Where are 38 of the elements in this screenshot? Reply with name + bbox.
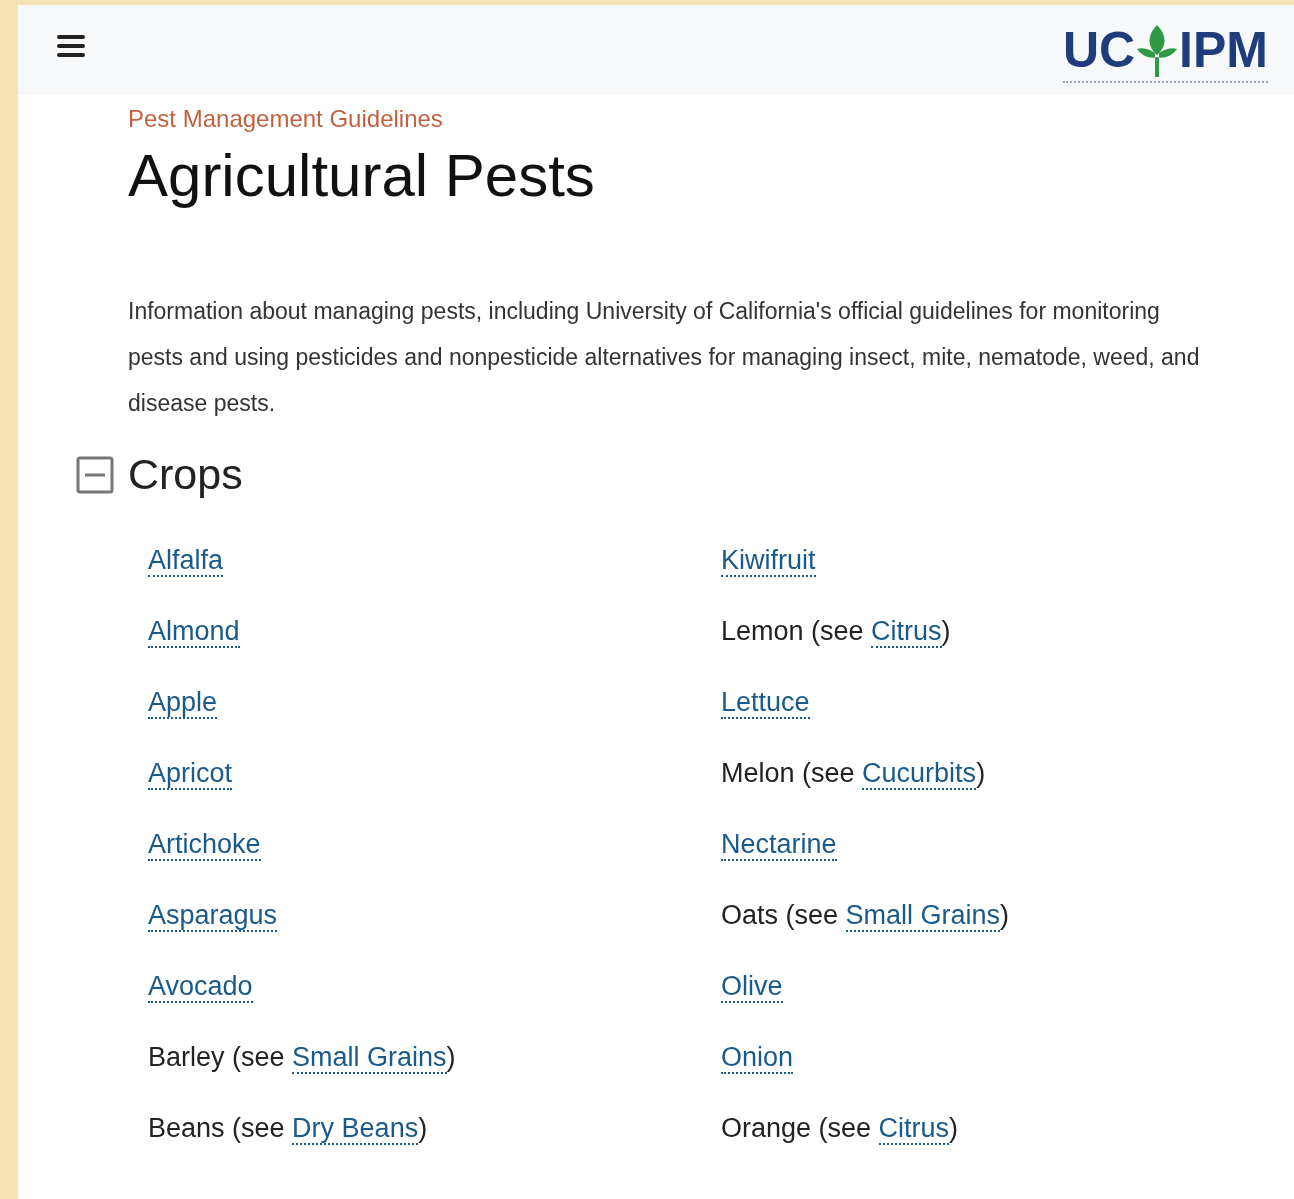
crop-link[interactable]: Nectarine bbox=[721, 829, 837, 861]
crop-name: Barley (see bbox=[148, 1042, 286, 1072]
crop-link[interactable]: Small Grains bbox=[845, 900, 1001, 932]
parenthesis: ) bbox=[941, 616, 951, 646]
logo-link[interactable]: UC IPM bbox=[1062, 23, 1268, 83]
crop-link[interactable]: Dry Beans bbox=[292, 1113, 419, 1145]
parenthesis: ) bbox=[1000, 900, 1010, 930]
plant-icon bbox=[1137, 23, 1178, 77]
parenthesis: ) bbox=[446, 1042, 456, 1072]
crop-link[interactable]: Citrus bbox=[878, 1113, 950, 1145]
crop-link[interactable]: Lettuce bbox=[721, 687, 810, 719]
crop-link[interactable]: Onion bbox=[721, 1042, 794, 1074]
crop-name: Oats (see bbox=[721, 900, 840, 930]
crop-link[interactable]: Alfalfa bbox=[148, 545, 224, 577]
crop-link[interactable]: Almond bbox=[148, 616, 240, 648]
crop-link[interactable]: Kiwifruit bbox=[721, 545, 816, 577]
crop-link[interactable]: Cucurbits bbox=[862, 758, 977, 790]
breadcrumb-link[interactable]: Pest Management Guidelines bbox=[128, 105, 1294, 133]
crop-name: Melon (see bbox=[721, 758, 856, 788]
crop-name: Beans (see bbox=[148, 1113, 286, 1143]
crop-link[interactable]: Olive bbox=[721, 971, 783, 1003]
menu-icon[interactable] bbox=[57, 34, 85, 58]
crop-link[interactable]: Citrus bbox=[871, 616, 942, 648]
crop-link[interactable]: Asparagus bbox=[148, 900, 278, 932]
crop-link[interactable]: Small Grains bbox=[292, 1042, 447, 1074]
intro-paragraph: Information about managing pests, including University of California's official guidelines for monitoring pests and using pesticides and nonpesticide alternatives for managing insect, mite, nematode, weed, and disease pests. bbox=[128, 297, 1201, 418]
crop-link[interactable]: Artichoke bbox=[148, 829, 261, 861]
crop-link[interactable]: Avocado bbox=[148, 971, 253, 1003]
parenthesis: ) bbox=[418, 1113, 428, 1143]
crop-link[interactable]: Apricot bbox=[148, 758, 233, 790]
crop-name: Orange (see bbox=[721, 1113, 873, 1143]
section-heading: Crops bbox=[128, 450, 243, 499]
parenthesis: ) bbox=[949, 1113, 959, 1143]
page-title: Agricultural Pests bbox=[128, 141, 596, 210]
parenthesis: ) bbox=[976, 758, 986, 788]
collapse-toggle-icon[interactable] bbox=[76, 455, 114, 494]
crop-name: Lemon (see bbox=[721, 616, 865, 646]
crop-link[interactable]: Apple bbox=[148, 687, 218, 719]
